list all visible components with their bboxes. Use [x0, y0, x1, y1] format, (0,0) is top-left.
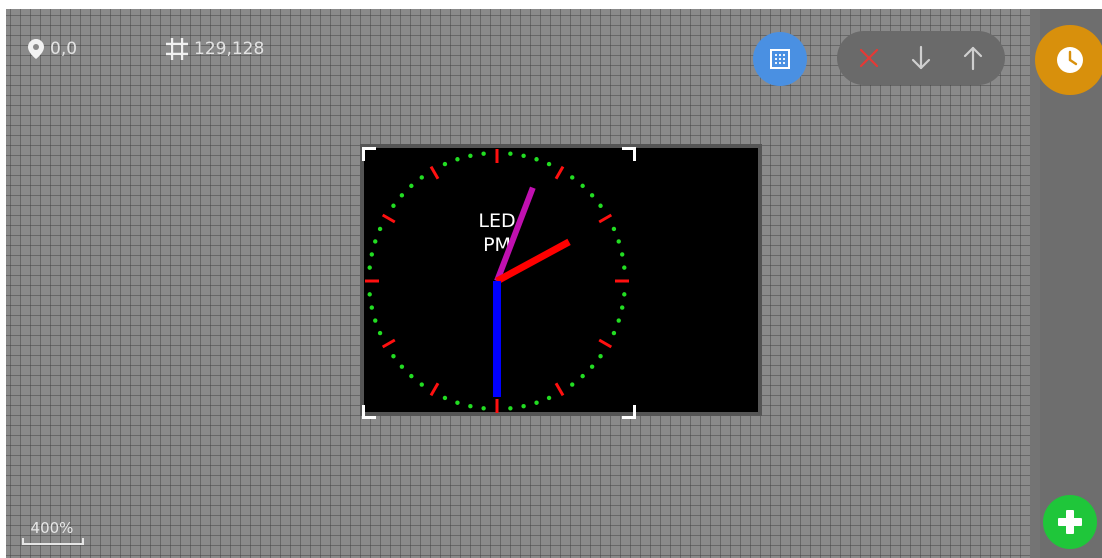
- minute-dot: [580, 183, 585, 189]
- minute-dot: [369, 305, 374, 310]
- hour-tick: [381, 338, 396, 349]
- minute-dot: [468, 153, 473, 158]
- size-text: 129,128: [194, 39, 265, 59]
- minute-dot: [546, 161, 552, 167]
- minute-dot: [409, 183, 414, 189]
- clock-icon: [1057, 47, 1083, 73]
- arrow-down-icon: [911, 45, 931, 70]
- hour-tick: [554, 165, 565, 180]
- grid-dots-icon: [770, 49, 790, 69]
- hour-tick: [598, 338, 613, 349]
- minute-dot: [399, 193, 405, 198]
- minute-dot: [419, 175, 424, 180]
- minute-dot: [546, 395, 552, 401]
- move-up-button[interactable]: [953, 38, 993, 78]
- position-readout: 0,0: [28, 37, 77, 61]
- hour-tick: [429, 165, 440, 180]
- zoom-scale-bar: [22, 538, 84, 545]
- editor-app: 0,0 129,128 400% LED PM: [6, 9, 1102, 558]
- zoom-label: 400%: [30, 519, 74, 537]
- arrow-up-icon: [963, 46, 983, 71]
- minute-dot: [534, 400, 539, 405]
- minute-dot: [442, 395, 448, 401]
- minute-dot: [570, 175, 575, 180]
- minute-dot: [570, 382, 575, 387]
- hour-tick: [554, 382, 565, 397]
- minute-dot: [373, 318, 378, 323]
- crop-icon: [166, 38, 188, 60]
- clock-widget-button[interactable]: [1035, 25, 1102, 95]
- minute-dot: [391, 354, 396, 359]
- minute-dot: [508, 151, 513, 156]
- minute-dot: [508, 406, 513, 411]
- selection-handle-top-left[interactable]: [362, 147, 376, 161]
- minute-dot: [622, 265, 627, 270]
- hour-tick: [381, 213, 396, 224]
- minute-dot: [373, 239, 378, 244]
- grid-toggle-button[interactable]: [753, 32, 807, 86]
- minute-dot: [589, 364, 595, 369]
- minute-dot: [391, 203, 396, 208]
- minute-dot: [611, 330, 617, 336]
- minute-dot: [616, 239, 621, 244]
- minute-dot: [598, 354, 603, 359]
- minute-dot: [481, 406, 486, 411]
- minute-dot: [611, 226, 617, 232]
- minute-dot: [367, 265, 372, 270]
- minute-dot: [598, 203, 603, 208]
- minute-dot: [468, 404, 473, 409]
- minute-dot: [455, 400, 460, 405]
- minute-dot: [521, 404, 526, 409]
- minute-dot: [534, 157, 539, 162]
- minute-dot: [622, 292, 627, 297]
- plus-icon: [1058, 510, 1082, 534]
- position-text: 0,0: [50, 39, 78, 59]
- close-icon: [859, 48, 879, 68]
- minute-dot: [399, 364, 405, 369]
- hour-tick: [429, 382, 440, 397]
- zoom-indicator[interactable]: 400%: [22, 519, 84, 545]
- element-actions-toolbar: [837, 31, 1005, 85]
- move-down-button[interactable]: [901, 38, 941, 78]
- minute-dot: [521, 153, 526, 158]
- minute-dot: [419, 382, 424, 387]
- hour-tick: [598, 213, 613, 224]
- minute-dot: [481, 151, 486, 156]
- location-pin-icon: [28, 39, 44, 59]
- minute-dot: [620, 252, 625, 257]
- minute-dot: [616, 318, 621, 323]
- minute-dot: [620, 305, 625, 310]
- minute-dot: [367, 292, 372, 297]
- selection-handle-bottom-right[interactable]: [622, 405, 636, 419]
- analog-clock-element[interactable]: LED PM: [365, 149, 629, 413]
- minute-dot: [409, 373, 414, 379]
- minute-dot: [442, 161, 448, 167]
- minute-dot: [455, 157, 460, 162]
- selection-handle-top-right[interactable]: [622, 147, 636, 161]
- minute-dot: [580, 373, 585, 379]
- minute-dot: [589, 193, 595, 198]
- delete-button[interactable]: [849, 38, 889, 78]
- minute-dot: [377, 330, 383, 336]
- size-readout: 129,128: [166, 37, 264, 61]
- minute-dot: [377, 226, 383, 232]
- clock-label-line1: LED: [478, 210, 515, 232]
- selection-handle-bottom-left[interactable]: [362, 405, 376, 419]
- minute-dot: [369, 252, 374, 257]
- add-element-button[interactable]: [1043, 495, 1097, 549]
